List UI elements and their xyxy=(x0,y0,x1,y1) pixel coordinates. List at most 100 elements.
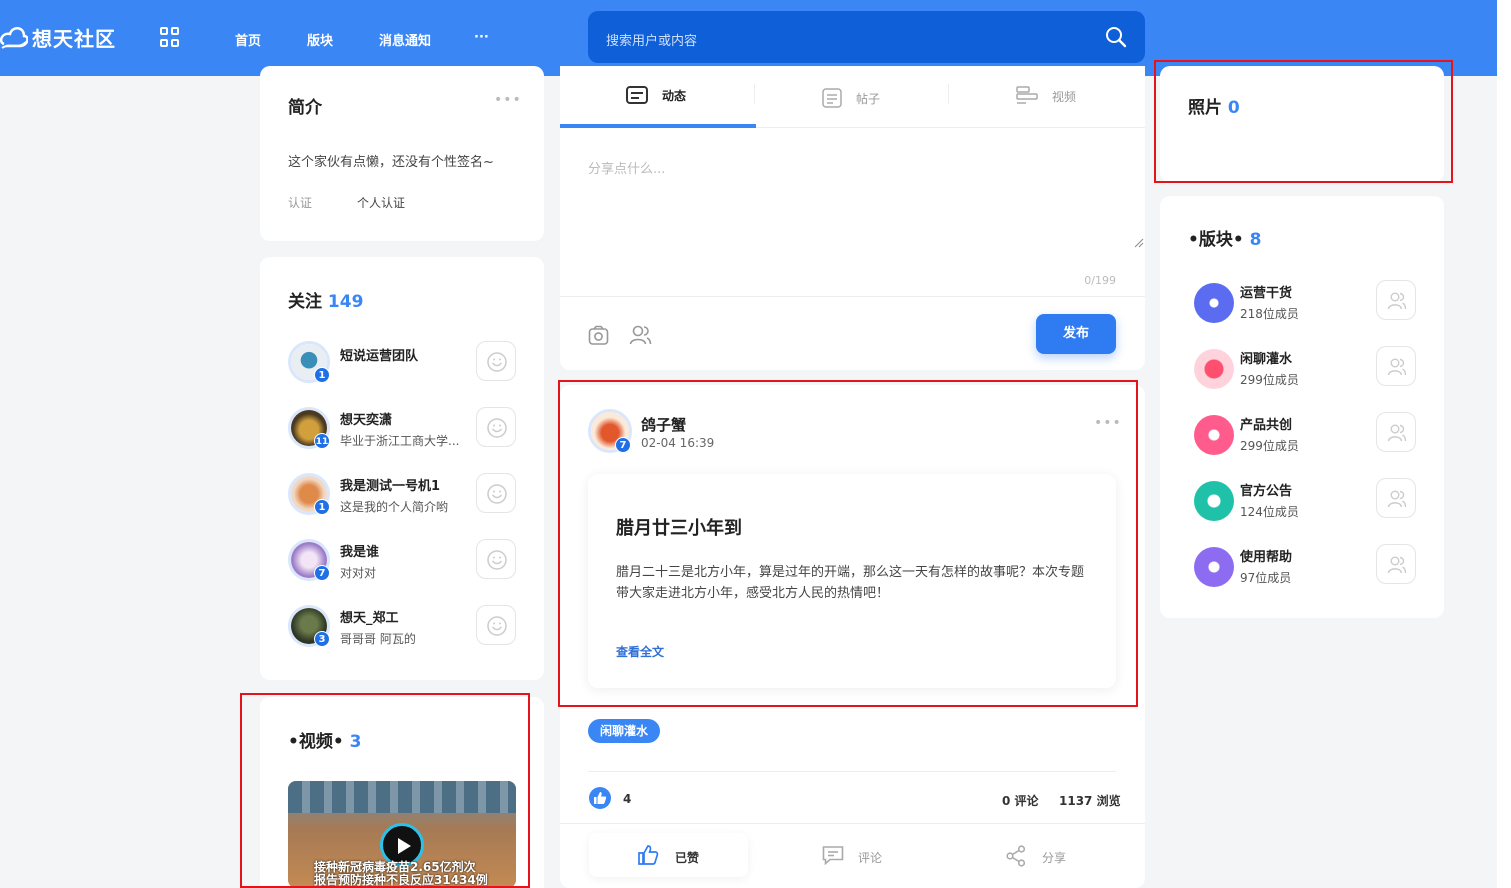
composer-placeholder: 分享点什么... xyxy=(588,162,666,177)
tab-dynamics[interactable]: 动态 xyxy=(626,86,686,104)
board-name[interactable]: 使用帮助 xyxy=(1240,546,1292,565)
liked-label: 已赞 xyxy=(675,851,700,865)
publish-button[interactable]: 发布 xyxy=(1036,314,1116,354)
cloud-logo-icon xyxy=(0,27,28,49)
thumbs-up-icon xyxy=(638,845,659,865)
board-name[interactable]: 官方公告 xyxy=(1240,480,1292,499)
comment-count: 0 评论 xyxy=(1002,794,1039,808)
view-count: 1137 浏览 xyxy=(1059,794,1121,808)
follow-name[interactable]: 我是谁 xyxy=(340,541,379,560)
logo-text: 想天社区 xyxy=(32,26,116,51)
follow-button[interactable] xyxy=(476,341,516,381)
follow-name[interactable]: 我是测试一号机1 xyxy=(340,475,440,494)
join-board-button[interactable] xyxy=(1376,346,1416,386)
tab-videos[interactable]: 视频 xyxy=(1016,86,1076,106)
search-placeholder: 搜索用户或内容 xyxy=(606,34,698,49)
board-name[interactable]: 产品共创 xyxy=(1240,414,1292,433)
search-icon[interactable] xyxy=(1105,26,1127,48)
level-badge: 11 xyxy=(314,433,330,449)
divider xyxy=(560,296,1145,297)
search-input[interactable]: 搜索用户或内容 xyxy=(588,11,1145,63)
board-members: 218位成员 xyxy=(1240,307,1299,321)
nav-more[interactable]: ··· xyxy=(474,30,489,45)
boards-title: •版块• 8 xyxy=(1188,230,1262,250)
follow-desc: 这是我的个人简介哟 xyxy=(340,500,449,514)
users-icon xyxy=(1387,556,1407,574)
smile-icon xyxy=(487,352,507,372)
follow-item[interactable]: 3 想天_郑工 哥哥哥 阿瓦的 xyxy=(288,605,518,649)
comment-label: 评论 xyxy=(858,851,883,865)
nav-boards[interactable]: 版块 xyxy=(307,30,333,49)
follow-button[interactable] xyxy=(476,605,516,645)
cert-value: 个人认证 xyxy=(357,196,406,210)
intro-title: 简介 xyxy=(288,98,322,118)
feed-icon xyxy=(626,86,648,104)
share-label: 分享 xyxy=(1042,851,1067,865)
follow-item[interactable]: 7 我是谁 对对对 xyxy=(288,539,518,583)
follow-name[interactable]: 想天奕潇 xyxy=(340,409,392,428)
follow-name[interactable]: 短说运营团队 xyxy=(340,345,418,364)
users-icon xyxy=(1387,292,1407,310)
follow-button[interactable] xyxy=(476,539,516,579)
follow-name[interactable]: 想天_郑工 xyxy=(340,607,399,626)
smile-icon xyxy=(487,418,507,438)
nav-notifications[interactable]: 消息通知 xyxy=(379,30,431,49)
logo[interactable]: 想天社区 xyxy=(0,22,116,52)
board-name[interactable]: 运营干货 xyxy=(1240,282,1292,301)
board-item[interactable]: 使用帮助 97位成员 xyxy=(1194,544,1418,588)
composer-textarea[interactable]: 分享点什么... 0/199 xyxy=(588,140,1144,292)
users-icon xyxy=(1387,424,1407,442)
char-counter: 0/199 xyxy=(1084,274,1116,287)
more-icon[interactable]: ••• xyxy=(494,92,522,108)
follow-item[interactable]: 1 我是测试一号机1 这是我的个人简介哟 xyxy=(288,473,518,517)
follow-desc: 毕业于浙江工商大学... xyxy=(340,434,460,448)
board-item[interactable]: 官方公告 124位成员 xyxy=(1194,478,1418,522)
join-board-button[interactable] xyxy=(1376,478,1416,518)
tab-posts[interactable]: 帖子 xyxy=(822,88,880,108)
like-count-icon xyxy=(589,787,611,809)
board-icon xyxy=(1194,415,1234,455)
video-list-icon xyxy=(1016,86,1038,104)
follow-button[interactable] xyxy=(476,473,516,513)
share-icon xyxy=(1006,845,1026,867)
resize-handle-icon[interactable] xyxy=(1134,238,1144,248)
liked-button[interactable]: 已赞 xyxy=(589,833,748,877)
board-members: 97位成员 xyxy=(1240,571,1292,585)
level-badge: 3 xyxy=(314,631,330,647)
board-item[interactable]: 闲聊灌水 299位成员 xyxy=(1194,346,1418,390)
signature-text: 这个家伙有点懒，还没有个性签名~ xyxy=(288,155,494,170)
follow-button[interactable] xyxy=(476,407,516,447)
divider xyxy=(588,771,1116,772)
follow-item[interactable]: 11 想天奕潇 毕业于浙江工商大学... xyxy=(288,407,518,451)
post-icon xyxy=(822,88,842,108)
highlight-box-photos xyxy=(1154,60,1453,183)
camera-icon[interactable] xyxy=(588,325,609,346)
comment-icon xyxy=(822,846,844,865)
board-item[interactable]: 产品共创 299位成员 xyxy=(1194,412,1418,456)
follow-item[interactable]: 1 短说运营团队 xyxy=(288,341,518,385)
smile-icon xyxy=(487,484,507,504)
board-icon xyxy=(1194,481,1234,521)
board-item[interactable]: 运营干货 218位成员 xyxy=(1194,280,1418,324)
highlight-box-videos xyxy=(240,693,530,888)
follow-title: 关注 149 xyxy=(288,292,364,312)
join-board-button[interactable] xyxy=(1376,280,1416,320)
post-tag[interactable]: 闲聊灌水 xyxy=(588,719,661,743)
nav-home[interactable]: 首页 xyxy=(235,30,261,49)
page-scroll-edge xyxy=(1497,0,1511,888)
like-count: 4 xyxy=(623,792,632,806)
board-name[interactable]: 闲聊灌水 xyxy=(1240,348,1292,367)
follow-desc: 哥哥哥 阿瓦的 xyxy=(340,632,416,646)
level-badge: 1 xyxy=(314,499,330,515)
board-icon xyxy=(1194,283,1234,323)
join-board-button[interactable] xyxy=(1376,412,1416,452)
board-members: 299位成员 xyxy=(1240,373,1299,387)
mention-users-icon[interactable] xyxy=(629,324,652,346)
level-badge: 1 xyxy=(314,367,330,383)
level-badge: 7 xyxy=(314,565,330,581)
highlight-box-post xyxy=(558,380,1138,707)
join-board-button[interactable] xyxy=(1376,544,1416,584)
tab-bottom-line xyxy=(756,127,1145,128)
apps-grid-icon[interactable] xyxy=(160,27,180,47)
active-tab-indicator xyxy=(560,124,756,128)
